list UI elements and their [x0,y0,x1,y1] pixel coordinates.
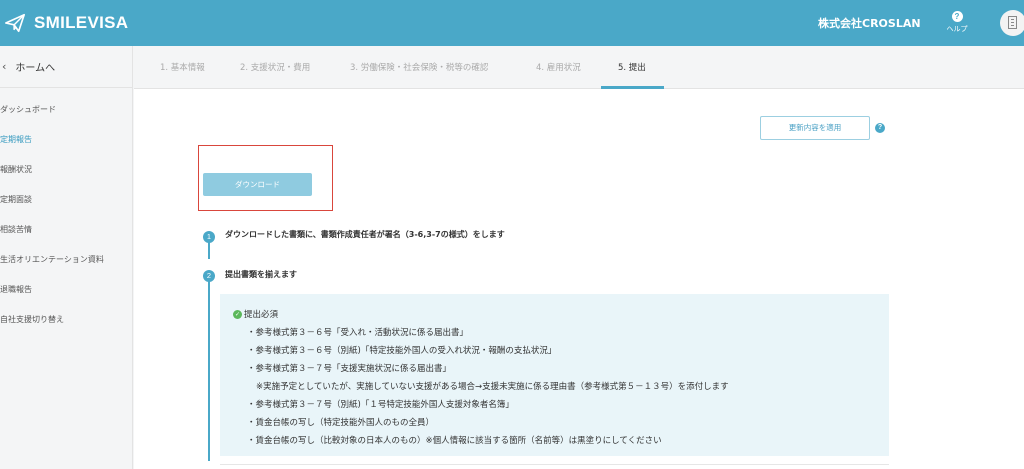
sidebar-item-retirement[interactable]: 退職報告 [0,284,32,295]
tab-insurance-tax[interactable]: 3. 労働保険・社会保険・税等の確認 [350,61,488,73]
step-connector [208,241,210,259]
required-title: ✓ 提出必須 [233,308,278,320]
step-number: 1 [203,231,215,243]
divider [220,464,889,465]
tab-basic-info[interactable]: 1. 基本情報 [160,61,205,73]
paper-plane-icon [5,13,25,33]
step-text: ダウンロードした書類に、書類作成責任者が署名（3-6,3-7の様式）をします [225,230,505,239]
help-label: ヘルプ [946,25,968,33]
step-connector [208,281,210,461]
app-logo[interactable]: SMILEVISA [4,12,128,34]
sidebar-item-support-switch[interactable]: 自社支援切り替え [0,314,64,325]
help-button[interactable]: ? ヘルプ [942,11,972,34]
top-header: SMILEVISA 株式会社CROSLAN ? ヘルプ [0,0,1024,46]
required-item: ・賃金台帳の写し（特定技能外国人のもの全員） [247,418,435,428]
step-text: 提出書類を揃えます [225,270,297,279]
question-icon[interactable]: ? [875,123,885,133]
sidebar-item-consultation[interactable]: 相談苦情 [0,224,32,235]
step-tabs: 1. 基本情報 2. 支援状況・費用 3. 労働保険・社会保険・税等の確認 4.… [134,46,1024,89]
required-item: ・参考様式第３－７号（別紙)「１号特定技能外国人支援対象者名簿」 [247,400,514,410]
apply-updates-button[interactable]: 更新内容を適用 [760,116,870,140]
sidebar-item-compensation[interactable]: 報酬状況 [0,164,32,175]
required-documents-box: ✓ 提出必須 ・参考様式第３－６号「受入れ・活動状況に係る届出書」 ・参考様式第… [220,294,889,456]
check-circle-icon: ✓ [233,309,242,319]
building-icon [1008,16,1017,29]
tab-employment[interactable]: 4. 雇用状況 [536,61,581,73]
tab-support-status[interactable]: 2. 支援状況・費用 [240,61,310,73]
home-link[interactable]: ‹ ホームへ [0,46,133,88]
company-name: 株式会社CROSLAN [818,17,921,30]
required-item: ・参考様式第３－６号（別紙)「特定技能外国人の受入れ状況・報酬の支払状況」 [247,346,557,356]
sidebar: ‹ ホームへ ダッシュボード 定期報告 報酬状況 定期面談 相談苦情 生活オリエ… [0,46,133,469]
app-name: SMILEVISA [34,13,129,32]
account-avatar[interactable] [1000,10,1024,36]
help-icon: ? [951,11,963,22]
tab-submit[interactable]: 5. 提出 [618,61,646,73]
required-title-text: 提出必須 [244,310,279,320]
sidebar-item-dashboard[interactable]: ダッシュボード [0,104,56,115]
sidebar-item-periodic-report[interactable]: 定期報告 [0,134,32,145]
sidebar-item-periodic-interview[interactable]: 定期面談 [0,194,32,205]
main-content: 更新内容を適用 ? ダウンロード 1 ダウンロードした書類に、書類作成責任者が署… [134,89,1024,469]
step-number: 2 [203,270,215,282]
required-item-note: ※実施予定としていたが、実施していない支援がある場合→支援未実施に係る理由書（参… [256,382,729,392]
sidebar-item-orientation[interactable]: 生活オリエンテーション資料 [0,254,104,265]
chevron-left-icon: ‹ [2,60,7,73]
download-button[interactable]: ダウンロード [203,173,312,196]
required-item: ・参考様式第３－６号「受入れ・活動状況に係る届出書」 [247,328,469,338]
required-item: ・賃金台帳の写し（比較対象の日本人のもの）※個人情報に該当する箇所（名前等）は黒… [247,436,662,446]
home-label: ホームへ [15,63,56,74]
required-item: ・参考様式第３－７号「支援実施状況に係る届出書」 [247,364,452,374]
